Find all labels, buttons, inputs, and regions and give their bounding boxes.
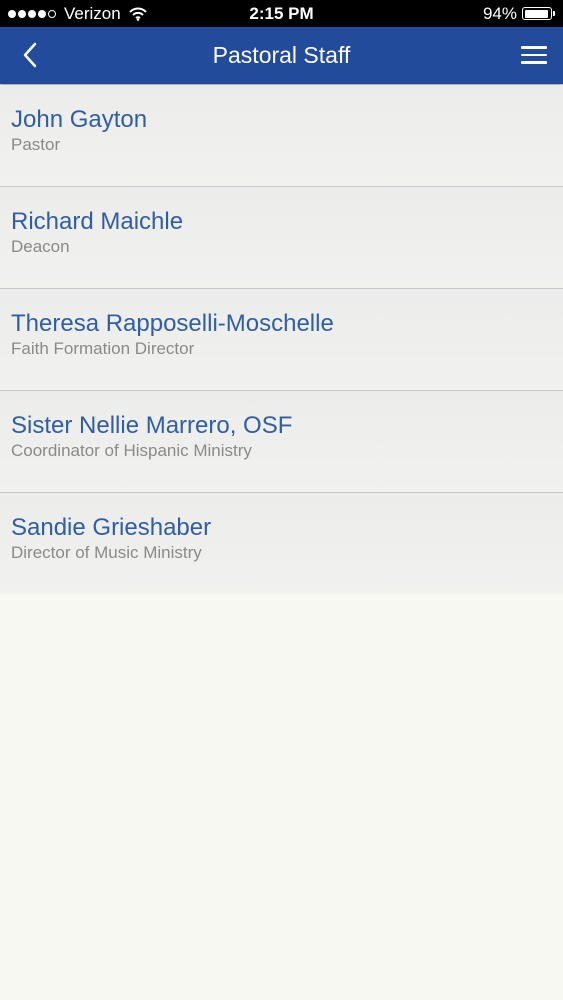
staff-list-item[interactable]: John Gayton Pastor: [0, 85, 563, 187]
staff-role: Director of Music Ministry: [11, 543, 202, 562]
staff-list-item[interactable]: Richard Maichle Deacon: [0, 187, 563, 289]
staff-role: Deacon: [11, 237, 70, 256]
staff-name: John Gayton: [11, 106, 148, 133]
hamburger-menu-icon-line: [521, 53, 547, 57]
staff-list: John Gayton Pastor Richard Maichle Deaco…: [0, 85, 563, 594]
status-time: 2:15 PM: [249, 4, 314, 23]
battery-fill: [524, 9, 548, 18]
staff-name: Sister Nellie Marrero, OSF: [11, 412, 293, 439]
battery-tip: [553, 11, 555, 16]
staff-role: Coordinator of Hispanic Ministry: [11, 441, 252, 460]
staff-role: Faith Formation Director: [11, 339, 195, 358]
staff-list-item[interactable]: Sandie Grieshaber Director of Music Mini…: [0, 493, 563, 594]
menu-button[interactable]: [521, 42, 547, 68]
hamburger-menu-icon-line: [521, 61, 547, 64]
staff-name: Sandie Grieshaber: [11, 514, 212, 541]
page-title: Pastoral Staff: [212, 42, 351, 68]
staff-name: Theresa Rapposelli-Moschelle: [11, 310, 334, 337]
battery-percent: 94%: [482, 4, 517, 23]
staff-name: Richard Maichle: [11, 208, 184, 235]
staff-list-item[interactable]: Sister Nellie Marrero, OSF Coordinator o…: [0, 391, 563, 493]
hamburger-menu-icon-line: [521, 46, 547, 49]
status-bar: Verizon 2:15 PM 94%: [0, 0, 563, 27]
status-right: 94%: [483, 4, 555, 23]
staff-role: Pastor: [11, 135, 61, 154]
staff-list-item[interactable]: Theresa Rapposelli-Moschelle Faith Forma…: [0, 289, 563, 391]
nav-bar: Pastoral Staff: [0, 27, 563, 84]
battery-icon: [522, 7, 552, 20]
